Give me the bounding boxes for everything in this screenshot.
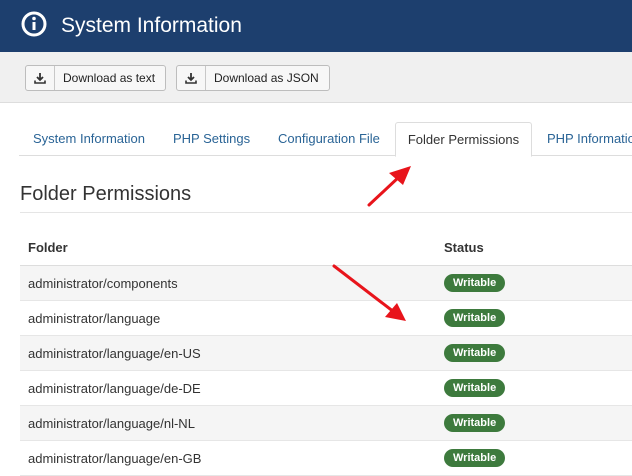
tab-configuration-file[interactable]: Configuration File: [278, 122, 380, 156]
status-badge: Writable: [444, 379, 506, 397]
status-badge: Writable: [444, 309, 506, 327]
info-circle-icon: [21, 11, 47, 37]
status-badge: Writable: [444, 274, 506, 292]
folder-path: administrator/language/nl-NL: [28, 416, 195, 431]
table-header: Folder Status: [20, 230, 632, 266]
tab-system-information[interactable]: System Information: [33, 122, 145, 156]
tab-bar: System Information PHP Settings Configur…: [19, 122, 632, 157]
tab-php-information[interactable]: PHP Information: [547, 122, 632, 156]
download-json-label: Download as JSON: [214, 71, 319, 85]
table-row: administrator/language/de-DE Writable: [20, 371, 632, 406]
tab-folder-permissions[interactable]: Folder Permissions: [395, 122, 532, 157]
arrow-to-tab: [367, 166, 411, 207]
download-icon: [26, 66, 55, 90]
table-row: administrator/components Writable: [20, 266, 632, 301]
status-badge: Writable: [444, 449, 506, 467]
column-header-status: Status: [444, 240, 484, 255]
table-row: administrator/language/en-GB Writable: [20, 441, 632, 476]
folder-path: administrator/components: [28, 276, 178, 291]
table-row: administrator/language/nl-NL Writable: [20, 406, 632, 441]
toolbar: Download as text Download as JSON: [0, 52, 632, 103]
divider: [20, 212, 632, 213]
page-title: System Information: [61, 14, 242, 37]
download-text-label: Download as text: [63, 71, 156, 85]
download-json-button[interactable]: Download as JSON: [176, 65, 330, 91]
header-bar: System Information: [0, 0, 632, 52]
section-heading: Folder Permissions: [20, 183, 192, 205]
tab-php-settings[interactable]: PHP Settings: [173, 122, 250, 156]
download-text-button[interactable]: Download as text: [25, 65, 167, 91]
permissions-table: Folder Status administrator/components W…: [20, 230, 632, 476]
table-row: administrator/language Writable: [20, 301, 632, 336]
download-icon: [177, 66, 206, 90]
table-row: administrator/language/en-US Writable: [20, 336, 632, 371]
status-badge: Writable: [444, 344, 506, 362]
folder-path: administrator/language/en-GB: [28, 451, 202, 466]
folder-path: administrator/language: [28, 311, 161, 326]
folder-path: administrator/language/de-DE: [28, 381, 201, 396]
column-header-folder: Folder: [28, 240, 68, 255]
folder-path: administrator/language/en-US: [28, 346, 201, 361]
status-badge: Writable: [444, 414, 506, 432]
